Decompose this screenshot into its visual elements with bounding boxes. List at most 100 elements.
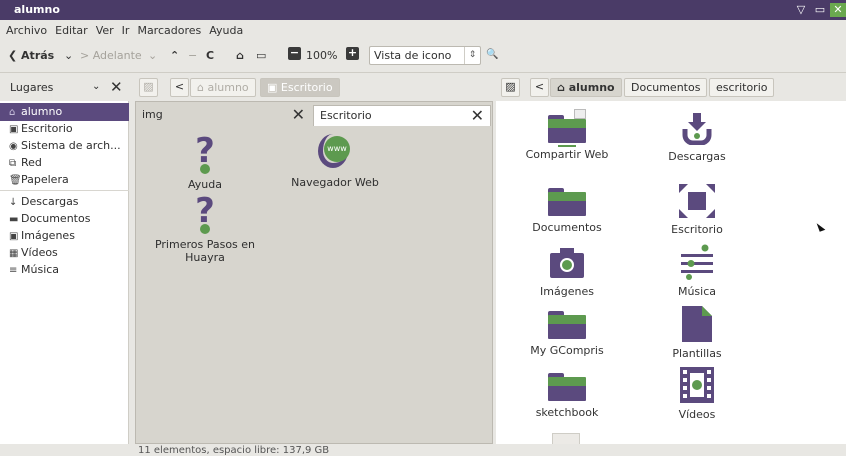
- music-icon: [679, 244, 715, 280]
- menu-ver[interactable]: Ver: [96, 24, 114, 37]
- file-item-my-gcompris[interactable]: My GCompris: [514, 311, 620, 357]
- file-item-label: Vídeos: [678, 408, 716, 421]
- file-item-plantillas[interactable]: Plantillas: [644, 306, 750, 360]
- file-item-label: Escritorio: [671, 223, 723, 236]
- chevron-down-icon[interactable]: ⌄: [92, 81, 100, 92]
- file-item-navegador-web[interactable]: www Navegador Web: [280, 134, 390, 189]
- maximize-icon[interactable]: ▭: [813, 3, 827, 17]
- right-pane-toggle-path-icon[interactable]: ▨: [501, 78, 520, 97]
- sidebar-item-label: Música: [21, 263, 60, 276]
- file-item-label: My GCompris: [530, 344, 604, 357]
- sidebar-header: Lugares ⌄ ✕: [6, 78, 128, 97]
- menu-ayuda[interactable]: Ayuda: [209, 24, 243, 37]
- file-item-videos[interactable]: Vídeos: [644, 367, 750, 421]
- left-pane-crumb-alumno[interactable]: ⌂ alumno: [190, 78, 256, 97]
- file-item-label: Compartir Web: [525, 148, 609, 161]
- close-tab-icon[interactable]: ✕: [292, 105, 305, 124]
- file-item-compartir-web[interactable]: Compartir Web: [514, 109, 620, 161]
- film-icon: ▦: [9, 248, 19, 259]
- left-pane-back-icon[interactable]: <: [170, 78, 189, 97]
- help-icon: ?: [195, 191, 215, 231]
- file-item-descargas[interactable]: Descargas: [644, 111, 750, 163]
- file-item-label: Navegador Web: [291, 176, 379, 189]
- sidebar-item-red[interactable]: ⧉ Red: [0, 154, 129, 172]
- file-item-primeros-pasos[interactable]: ? Primeros Pasos en Huayra: [150, 191, 260, 264]
- file-item-label: Ayuda: [188, 178, 222, 191]
- camera-icon: [548, 246, 586, 280]
- back-button[interactable]: ❮ Atrás: [8, 49, 54, 62]
- tab-escritorio[interactable]: Escritorio ✕: [313, 105, 491, 126]
- file-item-sketchbook[interactable]: sketchbook: [514, 373, 620, 419]
- sidebar-item-alumno[interactable]: ⌂ alumno: [0, 103, 129, 121]
- right-pane-crumb-documentos[interactable]: Documentos: [624, 78, 708, 97]
- sidebar-item-label: Vídeos: [21, 246, 58, 259]
- trash-icon: 🗑: [9, 175, 22, 186]
- right-pane-crumb-alumno[interactable]: ⌂ alumno: [550, 78, 622, 97]
- file-item-imagenes[interactable]: Imágenes: [514, 246, 620, 298]
- left-pane-content: ? Ayuda www Navegador Web ? Primeros Pas…: [136, 126, 492, 443]
- file-item-ayuda[interactable]: ? Ayuda: [150, 131, 260, 191]
- sidebar-item-label: Papelera: [21, 173, 69, 186]
- view-mode-select[interactable]: Vista de icono ⇕: [369, 46, 481, 65]
- back-history-arrow[interactable]: ⌄: [64, 49, 73, 62]
- left-pane-toggle-path-icon[interactable]: ▨: [139, 78, 158, 97]
- left-pane-crumb-escritorio[interactable]: ▣ Escritorio: [260, 78, 340, 97]
- file-item-label: Imágenes: [540, 285, 594, 298]
- home-icon[interactable]: ⌂: [236, 49, 244, 62]
- menu-archivo[interactable]: Archivo: [6, 24, 47, 37]
- right-pane-crumb-escritorio[interactable]: escritorio: [709, 78, 775, 97]
- folder-icon: [548, 311, 586, 339]
- folder-icon: [548, 188, 586, 216]
- left-pane: img ✕ Escritorio ✕ ? Ayuda www Navegador…: [135, 101, 493, 444]
- reload-icon[interactable]: C: [206, 49, 214, 62]
- sidebar-item-imagenes[interactable]: ▣ Imágenes: [0, 227, 129, 245]
- sidebar-places-select[interactable]: Lugares: [10, 81, 53, 94]
- music-icon: ≡: [9, 265, 18, 276]
- menu-marcadores[interactable]: Marcadores: [137, 24, 201, 37]
- filesystem-icon: ◉: [9, 141, 18, 152]
- up-icon[interactable]: ⌃: [170, 49, 179, 62]
- desktop-icon: [679, 184, 715, 218]
- sidebar-item-papelera[interactable]: 🗑Papelera: [0, 171, 129, 189]
- file-item-documentos[interactable]: Documentos: [514, 188, 620, 234]
- search-icon[interactable]: 🔍: [486, 49, 498, 60]
- menu-editar[interactable]: Editar: [55, 24, 88, 37]
- sidebar-item-documentos[interactable]: ▬ Documentos: [0, 210, 129, 228]
- forward-button[interactable]: > Adelante: [80, 49, 142, 62]
- location-bar: Lugares ⌄ ✕ ▨ < ⌂ alumno ▣ Escritorio ▨ …: [0, 73, 846, 101]
- close-window-icon[interactable]: ✕: [830, 3, 846, 17]
- forward-history-arrow[interactable]: ⌄: [148, 49, 157, 62]
- tab-label: img: [142, 108, 163, 121]
- sidebar-item-escritorio[interactable]: ▣ Escritorio: [0, 120, 129, 138]
- sidebar-item-descargas[interactable]: ↓ Descargas: [0, 193, 129, 211]
- view-mode-value: Vista de icono: [374, 49, 452, 62]
- file-item-label: Primeros Pasos en Huayra: [154, 238, 256, 264]
- download-icon: ↓: [9, 197, 18, 208]
- camera-icon: ▣: [9, 231, 19, 242]
- file-item-escritorio[interactable]: Escritorio: [644, 184, 750, 236]
- right-pane-back-icon[interactable]: <: [530, 78, 549, 97]
- partial-file-icon: [552, 433, 580, 444]
- window-titlebar: alumno ▽ ▭ ✕: [0, 0, 846, 20]
- status-bar: 11 elementos, espacio libre: 137,9 GB: [138, 445, 330, 456]
- file-item-musica[interactable]: Música: [644, 244, 750, 298]
- sidebar-item-label: Imágenes: [21, 229, 75, 242]
- tab-label: Escritorio: [320, 109, 372, 122]
- computer-icon[interactable]: ▭: [256, 49, 266, 62]
- close-sidebar-icon[interactable]: ✕: [110, 78, 123, 96]
- view-mode-arrows-icon: ⇕: [464, 47, 480, 64]
- folder-icon: ▬: [9, 214, 19, 225]
- minimize-icon[interactable]: ▽: [794, 3, 808, 17]
- home-icon: ⌂: [9, 107, 16, 118]
- tab-img[interactable]: img ✕: [136, 105, 311, 126]
- shared-folder-icon: [548, 109, 586, 147]
- sidebar-item-musica[interactable]: ≡ Música: [0, 261, 129, 279]
- zoom-in-button[interactable]: +: [346, 47, 359, 60]
- close-tab-icon[interactable]: ✕: [471, 106, 484, 125]
- menu-ir[interactable]: Ir: [122, 24, 130, 37]
- stop-icon[interactable]: −: [188, 49, 197, 62]
- zoom-out-button[interactable]: −: [288, 47, 301, 60]
- help-icon: ?: [195, 131, 215, 171]
- sidebar-item-videos[interactable]: ▦ Vídeos: [0, 244, 129, 262]
- sidebar-item-sistema-de-archivos[interactable]: ◉ Sistema de arch...: [0, 137, 129, 155]
